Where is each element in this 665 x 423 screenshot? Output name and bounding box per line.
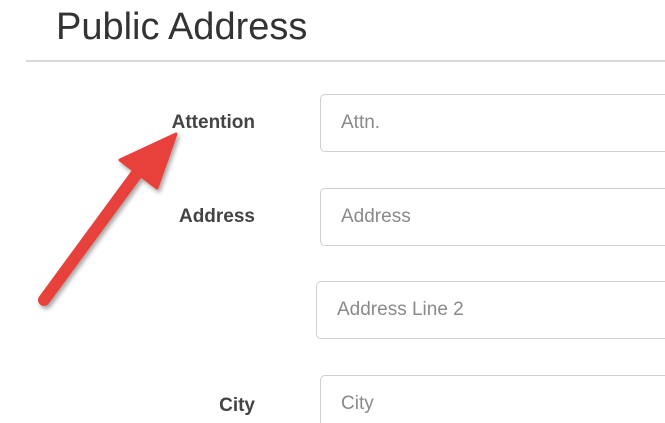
public-address-form-page: Public Address Attention Address City [0,0,665,423]
arrow-shape [38,132,178,306]
red-pointer-arrow-icon [38,132,178,306]
